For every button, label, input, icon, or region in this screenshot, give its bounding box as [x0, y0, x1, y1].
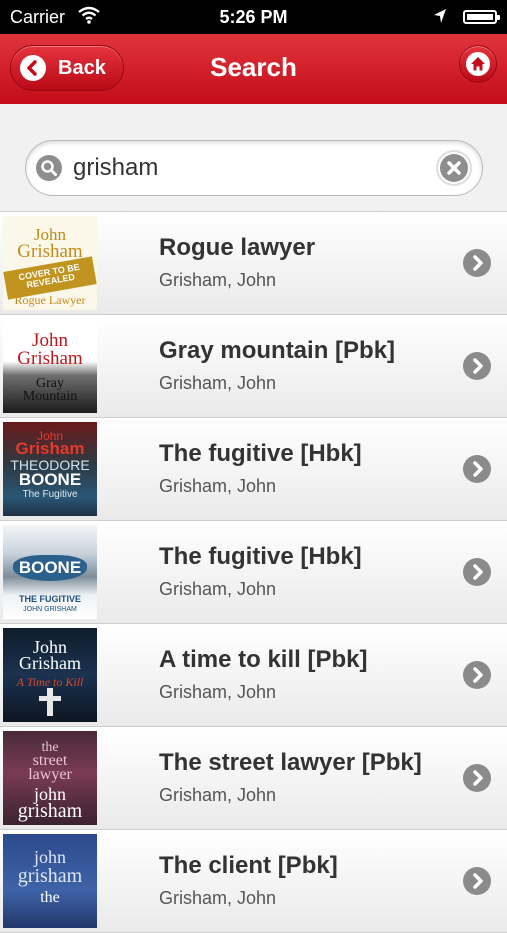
book-cover: John Grisham A Time to Kill: [3, 628, 97, 722]
cover-text: Grisham: [17, 348, 83, 369]
book-title: The fugitive [Hbk]: [159, 543, 362, 570]
cover-text: Grisham: [19, 653, 81, 673]
chevron-right-icon: [463, 558, 491, 586]
cover-text: The Fugitive: [22, 489, 78, 500]
cover-cross: [39, 696, 61, 701]
cover-cross: [47, 688, 53, 716]
list-item[interactable]: john grisham the The client [Pbk] Grisha…: [0, 830, 507, 933]
book-title: A time to kill [Pbk]: [159, 646, 368, 673]
search-area: [0, 104, 507, 212]
book-author: Grisham, John: [159, 270, 277, 290]
chevron-right-icon: [463, 249, 491, 277]
cover-text: Mountain: [22, 389, 78, 404]
list-item[interactable]: the street lawyer john grisham The stree…: [0, 727, 507, 830]
list-item[interactable]: John Grisham THEODORE BOONE The Fugitive…: [0, 418, 507, 521]
book-title: The street lawyer [Pbk]: [159, 749, 422, 776]
cover-text: lawyer: [28, 766, 72, 783]
cover-text: Grisham: [15, 439, 85, 458]
results-list: John Grisham COVER TO BE REVEALED Rogue …: [0, 212, 507, 933]
cover-text: john: [33, 847, 66, 867]
cover-text: the: [40, 889, 60, 906]
search-icon: [36, 155, 62, 181]
cover-text: JOHN GRISHAM: [23, 606, 77, 613]
book-title: Gray mountain [Pbk]: [159, 337, 396, 364]
search-field[interactable]: [25, 140, 483, 196]
chevron-right-icon: [463, 764, 491, 792]
page-title: Search: [210, 52, 297, 82]
book-cover: john grisham the: [3, 834, 97, 928]
list-item[interactable]: John Grisham COVER TO BE REVEALED Rogue …: [0, 212, 507, 315]
book-cover: the street lawyer john grisham: [3, 731, 97, 825]
chevron-right-icon: [463, 867, 491, 895]
book-title: The fugitive [Hbk]: [159, 440, 362, 467]
nav-bar: Back Search: [0, 34, 507, 105]
chevron-right-icon: [463, 352, 491, 380]
cover-text: grisham: [17, 800, 83, 822]
list-item[interactable]: John Grisham A Time to Kill A time to ki…: [0, 624, 507, 727]
book-author: Grisham, John: [159, 682, 277, 702]
home-button[interactable]: [459, 45, 497, 83]
status-bar: Carrier 5:26 PM: [0, 0, 507, 34]
cover-text: grisham: [17, 865, 83, 887]
search-input[interactable]: [73, 151, 413, 185]
clear-icon: [440, 154, 468, 182]
home-icon: [466, 52, 490, 76]
book-author: Grisham, John: [159, 476, 277, 496]
list-item[interactable]: John Grisham Gray Mountain Gray mountain…: [0, 315, 507, 418]
cover-text: BOONE: [18, 470, 82, 489]
book-author: Grisham, John: [159, 785, 277, 805]
battery-icon: [463, 10, 500, 24]
book-title: The client [Pbk]: [159, 852, 338, 879]
book-author: Grisham, John: [159, 579, 277, 599]
list-item[interactable]: BOONE THE FUGITIVE JOHN GRISHAM The fugi…: [0, 521, 507, 624]
clear-search-button[interactable]: [436, 150, 472, 186]
book-author: Grisham, John: [159, 373, 277, 393]
location-arrow-icon: [433, 8, 447, 29]
chevron-right-icon: [463, 661, 491, 689]
book-title: Rogue lawyer: [159, 234, 316, 261]
book-cover: BOONE THE FUGITIVE JOHN GRISHAM: [3, 525, 97, 619]
book-cover: John Grisham THEODORE BOONE The Fugitive: [3, 422, 97, 516]
book-author: Grisham, John: [159, 888, 277, 908]
status-time: 5:26 PM: [219, 7, 288, 27]
cover-text: A Time to Kill: [16, 675, 84, 689]
chevron-right-icon: [463, 455, 491, 483]
book-cover: John Grisham COVER TO BE REVEALED Rogue …: [3, 216, 97, 310]
cover-text: Rogue Lawyer: [14, 293, 86, 307]
cover-text: BOONE: [18, 558, 82, 577]
cover-text: THE FUGITIVE: [18, 594, 81, 604]
book-cover: John Grisham Gray Mountain: [3, 319, 97, 413]
